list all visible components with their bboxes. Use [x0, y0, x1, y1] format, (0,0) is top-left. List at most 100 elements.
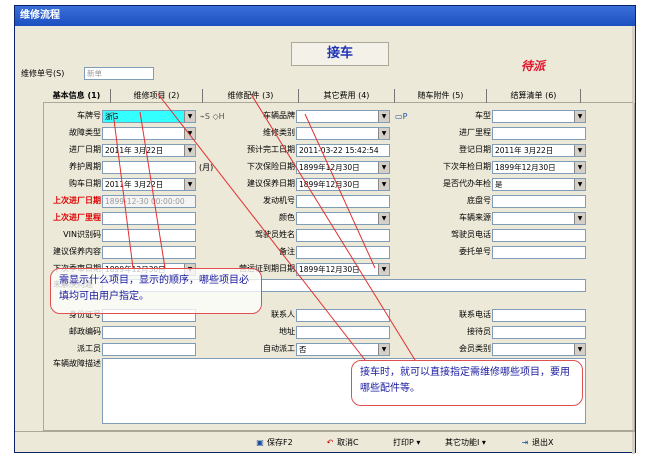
- chevron-down-icon: ▼: [184, 145, 195, 156]
- driver-phone-field[interactable]: [492, 229, 586, 242]
- last-entry-mileage-field[interactable]: [102, 212, 196, 225]
- tab-settlement[interactable]: 结算清单 (6): [487, 89, 581, 103]
- exit-button[interactable]: ⇥ 退出X: [520, 435, 554, 451]
- chevron-down-icon: ▼: [574, 213, 585, 224]
- tab-other-fees[interactable]: 其它费用 (4): [299, 89, 395, 103]
- receiver-label: 接待员: [467, 327, 491, 336]
- status-badge: 待派: [521, 59, 546, 73]
- entry-mileage-label: 进厂里程: [459, 128, 491, 137]
- next-check-picker[interactable]: 1899年12月30日 ▼: [492, 161, 586, 174]
- chevron-down-icon: ▼: [378, 128, 389, 139]
- suggest-label: 建议保养内容: [53, 247, 101, 256]
- chevron-down-icon: ▼: [378, 111, 389, 122]
- address-field[interactable]: [296, 326, 390, 339]
- chevron-down-icon: ▼: [378, 179, 389, 190]
- next-maint-picker[interactable]: 1899年12月30日 ▼: [296, 178, 390, 191]
- maint-cycle-label: 养护周期: [69, 162, 101, 171]
- commission-no-field[interactable]: [492, 246, 586, 259]
- chevron-down-icon: ▼: [184, 111, 195, 122]
- tab-bar: 基本信息 (1) 维修项目 (2) 维修配件 (3) 其它费用 (4) 随车附件…: [43, 89, 633, 103]
- driver-phone-label: 驾驶员电话: [451, 230, 491, 239]
- contact-phone-field[interactable]: [492, 309, 586, 322]
- order-no-field[interactable]: 新单: [84, 67, 154, 80]
- chevron-down-icon: ▼: [184, 179, 195, 190]
- page-p-icon[interactable]: ▭P: [395, 110, 407, 123]
- vehicle-source-label: 车辆来源: [459, 213, 491, 222]
- undo-icon: ↶: [326, 438, 334, 447]
- postcode-field[interactable]: [102, 326, 196, 339]
- chevron-down-icon: ▼: [574, 111, 585, 122]
- agent-check-select[interactable]: 是 ▼: [492, 178, 586, 191]
- fault-type-select[interactable]: ▼: [102, 127, 196, 140]
- color-select[interactable]: ▼: [296, 212, 390, 225]
- tab-repair-items[interactable]: 维修项目 (2): [111, 89, 203, 103]
- last-entry-date-label: 上次进厂日期: [53, 196, 101, 205]
- vehicle-source-select[interactable]: ▼: [492, 212, 586, 225]
- brand-label: 车辆品牌: [263, 111, 295, 120]
- chassis-no-field[interactable]: [492, 195, 586, 208]
- reg-date-label: 登记日期: [459, 145, 491, 154]
- callout-direct-assign: 接车时，就可以直接指定需维修哪些项目，要用哪些配件等。: [351, 360, 583, 406]
- dispatcher-field[interactable]: [102, 343, 196, 356]
- postcode-label: 邮政编码: [69, 327, 101, 336]
- tab-repair-parts[interactable]: 维修配件 (3): [203, 89, 299, 103]
- chevron-down-icon: ▼: [378, 264, 389, 275]
- member-class-label: 会员类别: [459, 344, 491, 353]
- suggest-field[interactable]: [102, 246, 196, 259]
- est-finish-label: 预计完工日期: [247, 145, 295, 154]
- op-cert-picker[interactable]: 1899年12月30日 ▼: [296, 263, 390, 276]
- agent-check-label: 是否代办年检: [443, 179, 491, 188]
- callout-configurable-fields: 需显示什么项目，显示的顺序，哪些项目必填均可由用户指定。: [50, 268, 262, 314]
- driver-name-label: 驾驶员姓名: [255, 230, 295, 239]
- repair-class-label: 维修类别: [263, 128, 295, 137]
- model-select[interactable]: ▼: [492, 110, 586, 123]
- maint-cycle-field[interactable]: [102, 161, 196, 174]
- engine-no-field[interactable]: [296, 195, 390, 208]
- plate-select[interactable]: 浙G ▼: [102, 110, 196, 123]
- engine-no-label: 发动机号: [263, 196, 295, 205]
- commission-no-label: 委托单号: [459, 247, 491, 256]
- est-finish-field[interactable]: 2011-03-22 15:42:54: [296, 144, 390, 157]
- plate-label: 车牌号: [77, 111, 101, 120]
- buy-date-picker[interactable]: 2011年 3月22日 ▼: [102, 178, 196, 191]
- brand-select[interactable]: ▼: [296, 110, 390, 123]
- reg-date-picker[interactable]: 2011年 3月22日 ▼: [492, 144, 586, 157]
- entry-mileage-field[interactable]: [492, 127, 586, 140]
- chevron-down-icon: ▼: [574, 162, 585, 173]
- maint-cycle-unit: (月): [199, 163, 214, 172]
- other-functions-button[interactable]: 其它功能I ▾: [445, 435, 486, 451]
- address-label: 地址: [279, 327, 295, 336]
- tab-accessories[interactable]: 随车附件 (5): [395, 89, 487, 103]
- entry-date-picker[interactable]: 2011年 3月22日 ▼: [102, 144, 196, 157]
- auto-dispatch-select[interactable]: 否 ▼: [296, 343, 390, 356]
- receiver-field[interactable]: [492, 326, 586, 339]
- driver-name-field[interactable]: [296, 229, 390, 242]
- tab-basic-info[interactable]: 基本信息 (1): [43, 89, 111, 103]
- dispatcher-label: 派工员: [77, 344, 101, 353]
- next-maint-label: 建议保养日期: [247, 179, 295, 188]
- last-entry-date-field: 1899-12-30 00:00:00: [102, 195, 196, 208]
- save-button[interactable]: ▣ 保存F2: [255, 435, 292, 451]
- next-check-label: 下次年检日期: [443, 162, 491, 171]
- chevron-down-icon: ▼: [378, 162, 389, 173]
- vin-field[interactable]: [102, 229, 196, 242]
- entry-date-label: 进厂日期: [69, 145, 101, 154]
- remark-field[interactable]: [296, 246, 390, 259]
- fault-type-label: 故障类型: [69, 128, 101, 137]
- chevron-down-icon: ▼: [378, 213, 389, 224]
- exit-icon: ⇥: [521, 438, 529, 447]
- cancel-button[interactable]: ↶ 取消C: [325, 435, 359, 451]
- print-button[interactable]: 打印P ▾: [393, 435, 420, 451]
- plate-icons[interactable]: ⌁S ◇H: [200, 110, 225, 123]
- vin-label: VIN识别码: [63, 230, 101, 239]
- contact-field[interactable]: [296, 309, 390, 322]
- window-title: 维修流程: [15, 6, 635, 26]
- member-class-select[interactable]: ▼: [492, 343, 586, 356]
- repair-class-select[interactable]: ▼: [296, 127, 390, 140]
- save-icon: ▣: [256, 438, 264, 447]
- chevron-down-icon: ▼: [574, 179, 585, 190]
- remark-label: 备注: [279, 247, 295, 256]
- chevron-down-icon: ▼: [574, 145, 585, 156]
- chevron-down-icon: ▼: [378, 344, 389, 355]
- next-ins-picker[interactable]: 1899年12月30日 ▼: [296, 161, 390, 174]
